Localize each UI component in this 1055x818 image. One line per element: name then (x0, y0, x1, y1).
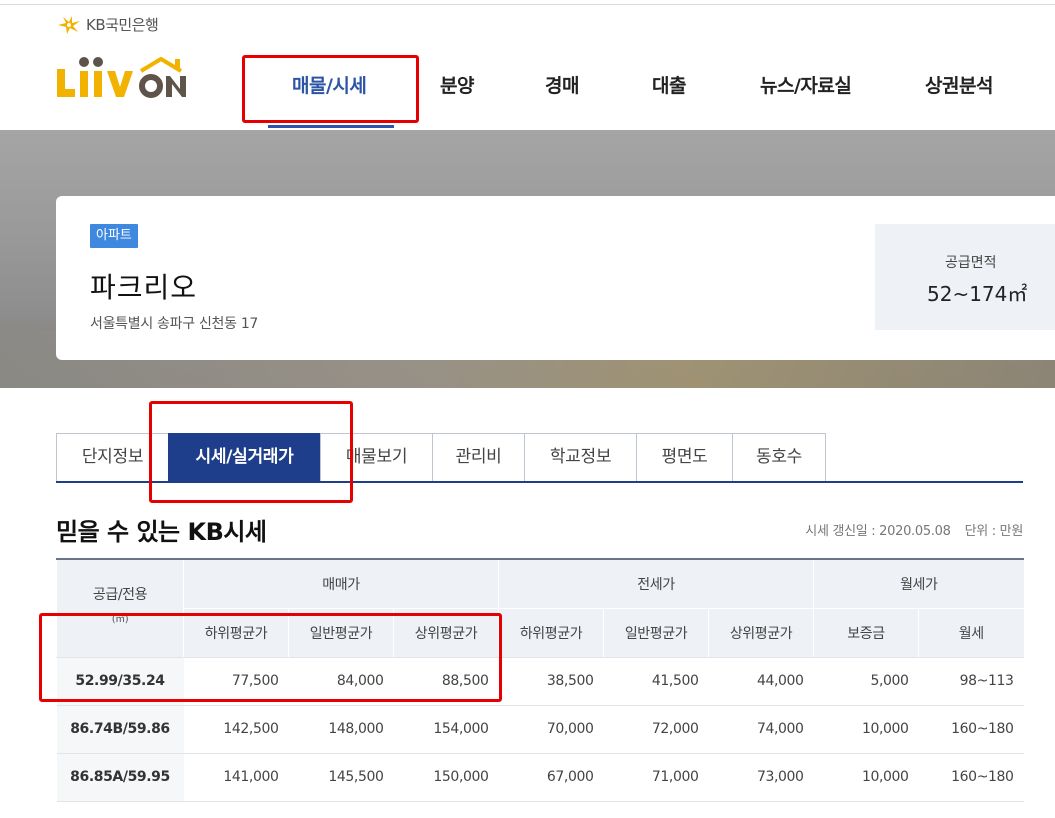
monthly-rent-group-header: 월세가 (813, 558, 1024, 609)
table-cell: 150,000 (393, 753, 499, 802)
table-cell: 74,000 (708, 705, 814, 754)
sale-price-group-header: 매매가 (182, 558, 499, 609)
on-logo-mark (139, 56, 186, 98)
table-row: 86.85A/59.95 141,000 145,500 150,000 67,… (56, 753, 1024, 802)
price-update-date: 시세 갱신일 : 2020.05.08 (805, 524, 951, 539)
highlight-box-row (39, 613, 502, 702)
supply-area-value: 52~174㎡ (927, 282, 1028, 306)
table-cell: 10,000 (813, 753, 919, 802)
table-cell: 145,500 (288, 753, 394, 802)
highlight-box-tab (149, 401, 353, 503)
table-cell: 98~113 (918, 657, 1024, 706)
complex-name: 파크리오 (90, 271, 198, 304)
subheader-jeonse-high: 상위평균가 (708, 608, 814, 658)
kb-star-icon (58, 15, 80, 34)
table-cell: 73,000 (708, 753, 814, 802)
nav-item-auction[interactable]: 경매 (545, 71, 579, 98)
liiv-on-logo[interactable] (55, 55, 195, 99)
table-cell: 71,000 (603, 753, 709, 802)
table-cell: 154,000 (393, 705, 499, 754)
table-cell: 160~180 (918, 705, 1024, 754)
nav-item-commercial[interactable]: 상권분석 (925, 71, 993, 98)
complex-address: 서울특별시 송파구 신천동 17 (90, 316, 259, 332)
table-cell: 160~180 (918, 753, 1024, 802)
table-cell: 44,000 (708, 657, 814, 706)
highlight-box-nav (242, 55, 419, 123)
table-cell: 72,000 (603, 705, 709, 754)
section-title: 믿을 수 있는 KB시세 (56, 518, 267, 546)
top-rule (0, 4, 1055, 5)
table-cell: 10,000 (813, 705, 919, 754)
area-header-label: 공급/전용 (92, 587, 148, 603)
table-cell: 141,000 (183, 753, 289, 802)
property-type-badge: 아파트 (90, 224, 138, 248)
row-area: 86.74B/59.86 (56, 705, 184, 754)
table-cell: 148,000 (288, 705, 394, 754)
kb-bank-logo[interactable]: KB국민은행 (56, 14, 159, 35)
table-cell: 70,000 (498, 705, 604, 754)
subheader-deposit: 보증금 (813, 608, 919, 658)
nav-item-presale[interactable]: 분양 (440, 71, 474, 98)
tab-unit-numbers[interactable]: 동호수 (732, 433, 826, 482)
tab-school-info[interactable]: 학교정보 (524, 433, 636, 482)
nav-active-underline (268, 125, 394, 128)
supply-area-box (875, 224, 1055, 330)
subheader-jeonse-mid: 일반평균가 (603, 608, 709, 658)
jeonse-price-group-header: 전세가 (498, 558, 814, 609)
tab-maintenance-fee[interactable]: 관리비 (432, 433, 524, 482)
table-row: 86.74B/59.86 142,500 148,000 154,000 70,… (56, 705, 1024, 754)
subheader-jeonse-low: 하위평균가 (498, 608, 604, 658)
table-cell: 41,500 (603, 657, 709, 706)
table-cell: 5,000 (813, 657, 919, 706)
table-cell: 142,500 (183, 705, 289, 754)
table-cell: 67,000 (498, 753, 604, 802)
table-cell: 38,500 (498, 657, 604, 706)
tab-floor-plan[interactable]: 평면도 (636, 433, 732, 482)
supply-area-label: 공급면적 (945, 255, 997, 271)
nav-item-news[interactable]: 뉴스/자료실 (760, 71, 852, 98)
subheader-monthly-rent: 월세 (918, 608, 1024, 658)
kb-bank-name: KB국민은행 (86, 16, 159, 34)
price-unit: 단위 : 만원 (964, 524, 1024, 539)
liiv-logo-mark (57, 57, 133, 97)
row-area: 86.85A/59.95 (56, 753, 184, 802)
section-meta: 시세 갱신일 : 2020.05.08 단위 : 만원 (805, 520, 1023, 539)
nav-item-loan[interactable]: 대출 (652, 71, 686, 98)
